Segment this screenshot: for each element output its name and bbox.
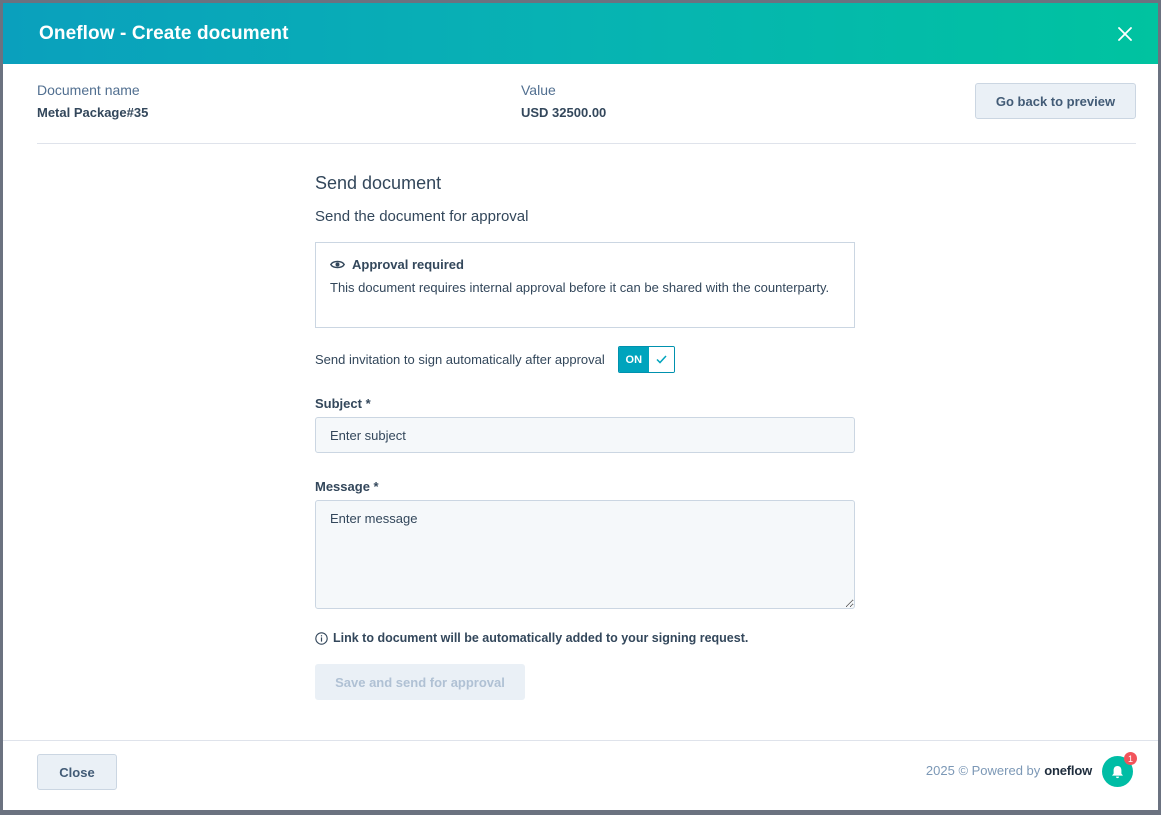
approval-title: Approval required [352,257,464,272]
document-name-label: Document name [37,82,140,98]
auto-send-toggle[interactable]: ON [617,346,675,373]
notification-badge: 1 [1124,752,1137,765]
value-amount: USD 32500.00 [521,105,607,120]
document-value-group: Value USD 32500.00 [521,82,606,120]
document-name-value: Metal Package#35 [37,105,149,120]
approval-required-box: Approval required This document requires… [315,242,855,328]
powered-text: 2025 © Powered by [925,763,1041,778]
info-text: Link to document will be automatically a… [333,631,749,645]
info-line: Link to document will be automatically a… [315,631,855,645]
bell-icon [1112,765,1123,778]
document-meta: Document name Metal Package#35 Value USD… [37,64,1136,144]
go-back-to-preview-button[interactable]: Go back to preview [975,83,1136,119]
document-name-group: Document name Metal Package#35 [37,82,148,120]
auto-send-row: Send invitation to sign automatically af… [315,346,855,373]
oneflow-logo: oneflow [1044,763,1092,778]
message-textarea[interactable] [315,500,855,609]
modal-footer: Close 2025 © Powered by oneflow 1 [3,740,1158,810]
value-label: Value [521,82,556,98]
close-button[interactable]: Close [37,754,117,790]
info-icon [315,631,328,645]
approval-heading: Approval required [330,257,840,272]
checkmark-icon [648,347,674,372]
approval-text: This document requires internal approval… [330,280,830,295]
notification-button[interactable]: 1 [1102,752,1137,787]
send-document-form: Send document Send the document for appr… [315,173,855,700]
auto-send-label: Send invitation to sign automatically af… [315,352,605,367]
message-label: Message * [315,479,379,494]
subject-input[interactable] [315,417,855,453]
modal-header: Oneflow - Create document [3,3,1158,64]
save-and-send-button[interactable]: Save and send for approval [315,664,525,700]
send-document-subtitle: Send the document for approval [315,208,529,225]
send-document-title: Send document [315,173,442,193]
close-icon[interactable] [1114,23,1136,45]
create-document-modal: Oneflow - Create document Document name … [3,3,1158,810]
powered-by: 2025 © Powered by oneflow [926,763,1092,778]
subject-label: Subject * [315,396,371,411]
modal-title: Oneflow - Create document [39,22,289,44]
toggle-on-label: ON [618,347,649,372]
eye-icon [330,260,345,269]
